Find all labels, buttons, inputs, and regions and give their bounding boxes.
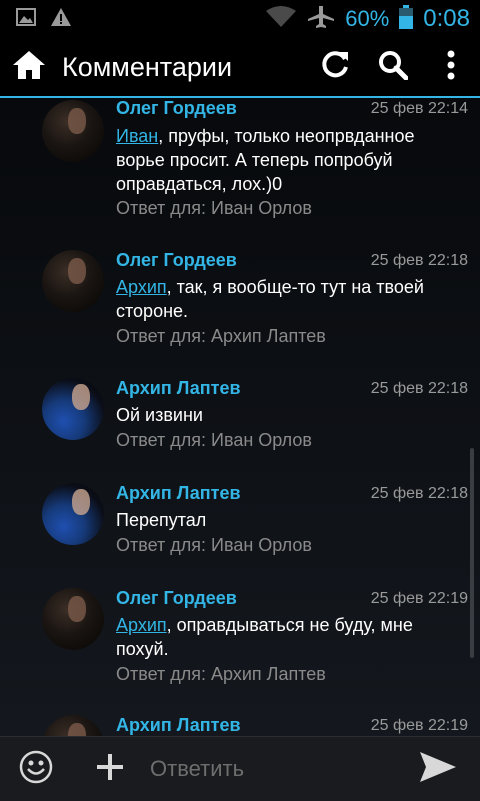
comment-text: Архип, так, я вообще-то тут на твоей сто…	[116, 277, 424, 321]
clock: 0:08	[423, 5, 470, 32]
action-bar: Комментарии	[0, 38, 480, 98]
picture-notification-icon	[16, 7, 36, 31]
comment-text: Иван, пруфы, только неопрвданное ворье п…	[116, 126, 415, 194]
avatar[interactable]	[42, 100, 104, 162]
avatar[interactable]	[42, 483, 104, 545]
page-title: Комментарии	[62, 51, 233, 82]
comment-text: Перепутал	[116, 510, 207, 530]
comment-date: 25 фев 22:18	[370, 380, 468, 397]
warning-icon	[50, 7, 72, 32]
avatar[interactable]	[42, 588, 104, 650]
reply-to: Ответ для: Иван Орлов	[116, 535, 312, 555]
comment-date: 25 фев 22:14	[370, 100, 468, 117]
home-icon	[12, 50, 46, 85]
comment-date: 25 фев 22:18	[370, 485, 468, 502]
comment-text: Архип, оправдываться не буду, мне похуй.	[116, 615, 413, 659]
mention-link[interactable]: Иван	[116, 126, 158, 146]
refresh-icon	[320, 50, 350, 85]
smiley-icon	[19, 750, 53, 789]
compose-bar	[0, 736, 480, 801]
attach-button[interactable]	[78, 737, 142, 801]
battery-icon	[399, 4, 414, 34]
reply-to: Ответ для: Иван Орлов	[116, 198, 312, 218]
airplane-mode-icon	[307, 5, 335, 34]
battery-percent: 60%	[345, 6, 390, 31]
avatar[interactable]	[42, 715, 104, 736]
wifi-icon	[265, 5, 297, 33]
comment-author[interactable]: Олег Гордеев	[116, 588, 237, 609]
overflow-menu-button[interactable]	[422, 38, 480, 96]
mention-link[interactable]: Архип	[116, 615, 167, 635]
comment-date: 25 фев 22:19	[370, 717, 468, 734]
reply-to: Ответ для: Иван Орлов	[116, 430, 312, 450]
more-vertical-icon	[447, 50, 455, 85]
comment-date: 25 фев 22:19	[370, 590, 468, 607]
mention-link[interactable]: Архип	[116, 277, 167, 297]
search-button[interactable]	[364, 38, 422, 96]
comment-author[interactable]: Архип Лаптев	[116, 715, 241, 736]
comments-list[interactable]: Олег Гордеев 25 фев 22:14 Иван, пруфы, т…	[0, 98, 480, 736]
avatar[interactable]	[42, 250, 104, 312]
search-icon	[378, 50, 409, 85]
comment-author[interactable]: Архип Лаптев	[116, 483, 241, 504]
scrollbar[interactable]	[470, 448, 474, 658]
send-icon	[418, 750, 458, 789]
comment-author[interactable]: Архип Лаптев	[116, 378, 241, 399]
status-bar: 60% 0:08	[0, 0, 480, 38]
comment-text: Ой извини	[116, 405, 203, 425]
home-button[interactable]	[6, 38, 52, 96]
comment-author[interactable]: Олег Гордеев	[116, 98, 237, 119]
reply-input[interactable]	[148, 748, 392, 790]
emoji-button[interactable]	[4, 737, 68, 801]
plus-icon	[96, 753, 124, 786]
send-button[interactable]	[406, 737, 470, 801]
avatar[interactable]	[42, 378, 104, 440]
comment-author[interactable]: Олег Гордеев	[116, 250, 237, 271]
reply-to: Ответ для: Архип Лаптев	[116, 664, 326, 684]
comment-date: 25 фев 22:18	[370, 252, 468, 269]
refresh-button[interactable]	[306, 38, 364, 96]
reply-to: Ответ для: Архип Лаптев	[116, 326, 326, 346]
